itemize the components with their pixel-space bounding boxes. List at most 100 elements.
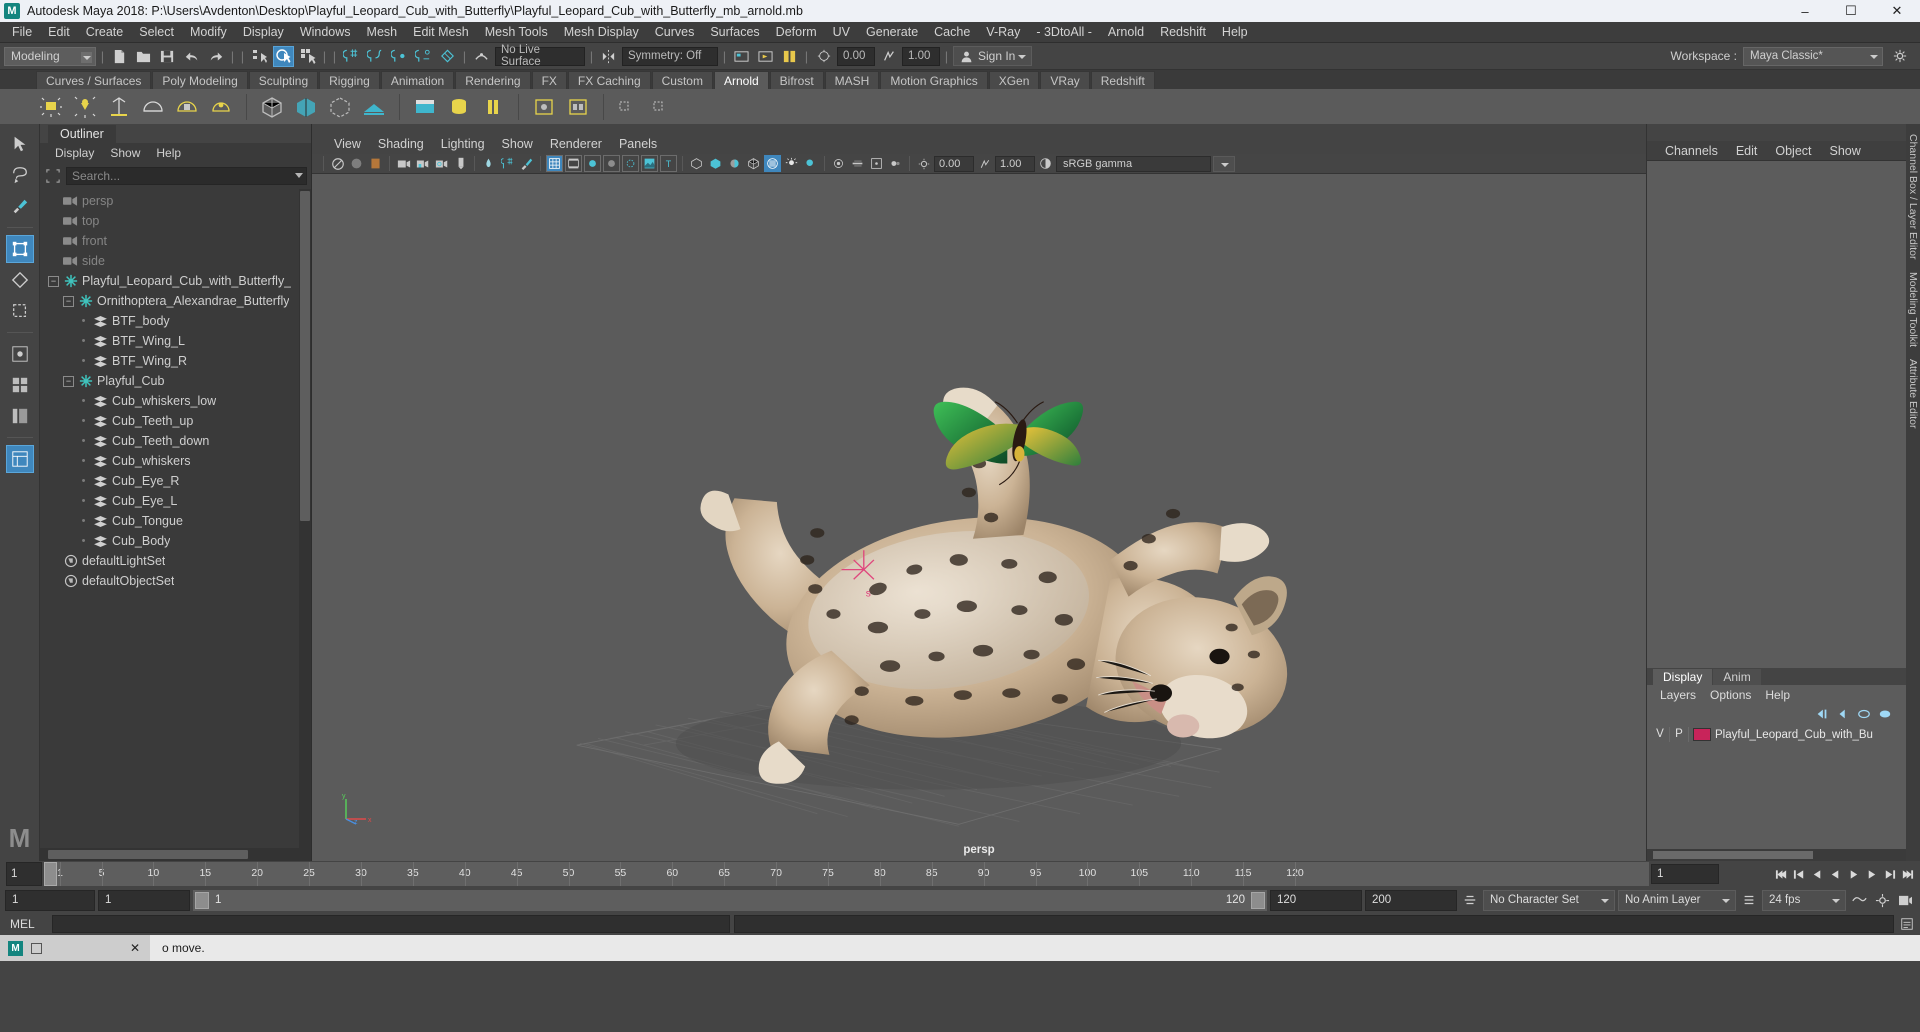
menu-deform[interactable]: Deform bbox=[768, 22, 825, 43]
time-slider-track[interactable]: 1510152025303540455055606570758085909510… bbox=[44, 862, 1649, 886]
shelf-tab-fx[interactable]: FX bbox=[531, 71, 567, 89]
layout-outliner-persp-icon[interactable] bbox=[6, 402, 34, 430]
open-scene-icon[interactable] bbox=[133, 46, 154, 67]
anim-start-field[interactable]: 1 bbox=[98, 889, 190, 911]
range-start-field[interactable]: 1 bbox=[5, 889, 95, 911]
taskbar-maya-app[interactable]: M ✕ bbox=[0, 935, 150, 961]
viewport-menu-renderer[interactable]: Renderer bbox=[542, 137, 610, 151]
render-settings-icon[interactable] bbox=[779, 46, 800, 67]
layer-tab-anim[interactable]: Anim bbox=[1713, 669, 1761, 685]
arnold-pause-icon[interactable] bbox=[478, 92, 508, 122]
lasso-tool-icon[interactable] bbox=[6, 161, 34, 189]
outliner-item-cub-teeth-down[interactable]: • Cub_Teeth_down bbox=[40, 431, 311, 451]
gamma-viewport-icon[interactable] bbox=[976, 155, 993, 172]
outliner-item-playful-cub[interactable]: − Playful_Cub bbox=[40, 371, 311, 391]
channel-box-menu-channels[interactable]: Channels bbox=[1657, 144, 1726, 158]
channel-box-content[interactable] bbox=[1647, 161, 1906, 668]
shelf-tab-rendering[interactable]: Rendering bbox=[455, 71, 531, 89]
multisample-icon[interactable] bbox=[868, 155, 885, 172]
animation-preferences-icon[interactable] bbox=[1872, 890, 1892, 910]
menu-mesh-display[interactable]: Mesh Display bbox=[556, 22, 647, 43]
symmetry-field[interactable]: Symmetry: Off bbox=[622, 46, 718, 66]
snap-point-icon[interactable] bbox=[389, 46, 410, 67]
layer-menu-help[interactable]: Help bbox=[1758, 688, 1797, 702]
outliner-horizontal-scrollbar[interactable] bbox=[40, 848, 311, 861]
depth-of-field-icon[interactable] bbox=[887, 155, 904, 172]
outliner-item-cub-eye-r[interactable]: • Cub_Eye_R bbox=[40, 471, 311, 491]
menu-create[interactable]: Create bbox=[78, 22, 132, 43]
viewport-menu-view[interactable]: View bbox=[326, 137, 369, 151]
bookmark-icon[interactable] bbox=[367, 155, 384, 172]
sign-in-button[interactable]: Sign In bbox=[953, 46, 1033, 66]
layer-color-swatch[interactable] bbox=[1693, 728, 1711, 741]
outliner-item-btf-wing-l[interactable]: • BTF_Wing_L bbox=[40, 331, 311, 351]
viewport-3d-canvas[interactable]: s y x z persp bbox=[312, 174, 1646, 861]
redo-icon[interactable] bbox=[205, 46, 226, 67]
outliner-menu-display[interactable]: Display bbox=[48, 146, 101, 160]
shelf-tab-sculpting[interactable]: Sculpting bbox=[248, 71, 319, 89]
paint-effects-icon[interactable] bbox=[518, 155, 535, 172]
character-set-selector[interactable]: No Character Set bbox=[1483, 889, 1615, 911]
shelf-tab-bifrost[interactable]: Bifrost bbox=[769, 71, 824, 89]
layer-visibility-cell[interactable]: V bbox=[1651, 727, 1670, 742]
outliner-item-top[interactable]: top bbox=[40, 211, 311, 231]
outliner-item-side[interactable]: side bbox=[40, 251, 311, 271]
arnold-area-light-icon[interactable] bbox=[36, 92, 66, 122]
anim-layer-selector[interactable]: No Anim Layer bbox=[1618, 889, 1736, 911]
select-camera-icon[interactable] bbox=[329, 155, 346, 172]
outliner-item-front[interactable]: front bbox=[40, 231, 311, 251]
menu-edit-mesh[interactable]: Edit Mesh bbox=[405, 22, 477, 43]
shelf-tab-xgen[interactable]: XGen bbox=[988, 71, 1040, 89]
arnold-aov-browser-icon[interactable] bbox=[529, 92, 559, 122]
outliner-item-cub-whiskers-low[interactable]: • Cub_whiskers_low bbox=[40, 391, 311, 411]
range-slider-bar[interactable]: 1 120 bbox=[193, 889, 1267, 911]
select-hierarchy-icon[interactable] bbox=[249, 46, 270, 67]
taskbar-maximize-icon[interactable] bbox=[50, 943, 61, 954]
workspace-settings-icon[interactable] bbox=[1889, 46, 1910, 67]
maximize-button[interactable]: ☐ bbox=[1828, 0, 1874, 22]
outliner-item-cub-teeth-up[interactable]: • Cub_Teeth_up bbox=[40, 411, 311, 431]
film-gate-icon[interactable] bbox=[565, 155, 582, 172]
color-space-dropdown[interactable] bbox=[1213, 155, 1235, 172]
menu-modify[interactable]: Modify bbox=[182, 22, 235, 43]
playback-speed-selector[interactable]: 24 fps bbox=[1762, 889, 1846, 911]
outliner-menu-show[interactable]: Show bbox=[103, 146, 147, 160]
layer-new-empty-icon[interactable] bbox=[1856, 707, 1871, 722]
anti-alias-icon[interactable] bbox=[764, 155, 781, 172]
arnold-render-view-icon[interactable] bbox=[410, 92, 440, 122]
snap-projected-icon[interactable] bbox=[413, 46, 434, 67]
make-live-icon[interactable] bbox=[471, 46, 492, 67]
outliner-item-cub-whiskers[interactable]: • Cub_whiskers bbox=[40, 451, 311, 471]
menu-display[interactable]: Display bbox=[235, 22, 292, 43]
select-component-icon[interactable] bbox=[297, 46, 318, 67]
layer-list[interactable]: V P Playful_Leopard_Cub_with_Bu bbox=[1647, 724, 1906, 849]
scrollbar-thumb[interactable] bbox=[48, 850, 248, 859]
menu-arnold[interactable]: Arnold bbox=[1100, 22, 1152, 43]
viewport-sphere-icon[interactable] bbox=[348, 155, 365, 172]
viewport-menu-lighting[interactable]: Lighting bbox=[433, 137, 493, 151]
step-forward-key-icon[interactable] bbox=[1881, 865, 1898, 884]
arnold-point-light-icon[interactable] bbox=[70, 92, 100, 122]
xray-active-icon[interactable] bbox=[726, 155, 743, 172]
snap-grid-icon[interactable] bbox=[341, 46, 362, 67]
save-scene-icon[interactable] bbox=[157, 46, 178, 67]
scale-tool-icon[interactable] bbox=[6, 297, 34, 325]
xray-shaded-icon[interactable] bbox=[745, 155, 762, 172]
vtab-modeling-toolkit[interactable]: Modeling Toolkit bbox=[1907, 266, 1919, 353]
outliner-item-cub-tongue[interactable]: • Cub_Tongue bbox=[40, 511, 311, 531]
menu-redshift[interactable]: Redshift bbox=[1152, 22, 1214, 43]
scrollbar-thumb[interactable] bbox=[300, 191, 310, 521]
exposure-viewport-icon[interactable] bbox=[915, 155, 932, 172]
layer-horizontal-scrollbar[interactable] bbox=[1647, 849, 1906, 861]
shaded-wireframe-icon[interactable] bbox=[622, 155, 639, 172]
shelf-tab-fx-caching[interactable]: FX Caching bbox=[567, 71, 651, 89]
menu-mesh[interactable]: Mesh bbox=[359, 22, 406, 43]
auto-key-icon[interactable] bbox=[1849, 890, 1869, 910]
camera-settings-icon[interactable] bbox=[433, 155, 450, 172]
shadows-toggle-icon[interactable] bbox=[802, 155, 819, 172]
color-space-field[interactable]: sRGB gamma bbox=[1056, 155, 1211, 172]
wireframe-shading-icon[interactable] bbox=[584, 155, 601, 172]
go-to-end-icon[interactable] bbox=[1899, 865, 1916, 884]
menu-cache[interactable]: Cache bbox=[926, 22, 978, 43]
layer-move-first-icon[interactable] bbox=[1814, 707, 1829, 722]
